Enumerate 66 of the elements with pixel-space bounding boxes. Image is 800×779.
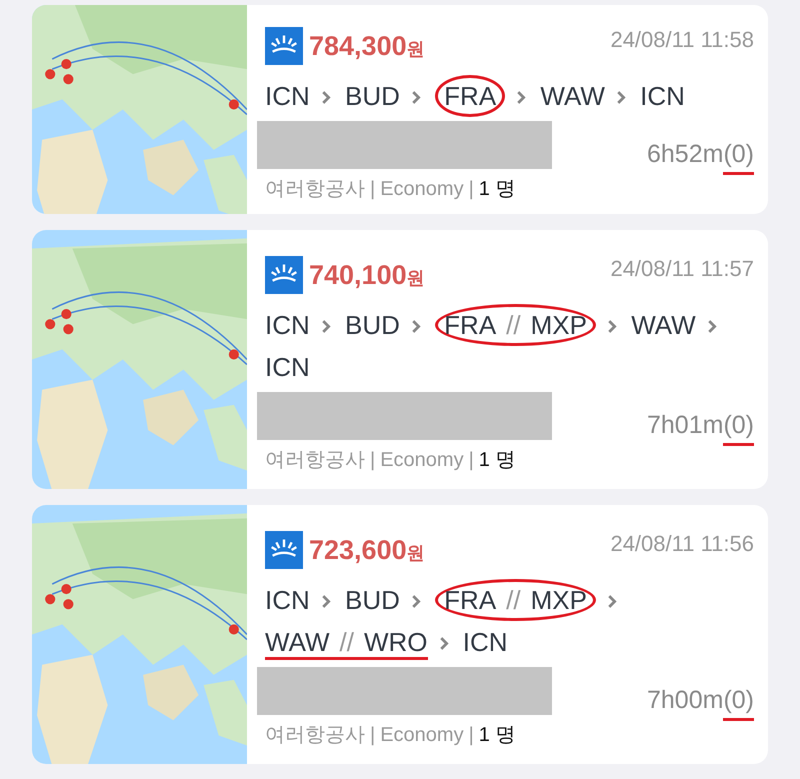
chevron-icon — [410, 594, 422, 609]
stop-count: (0) — [723, 411, 754, 446]
duration: 7h01m — [646, 411, 724, 439]
separator: // — [340, 627, 354, 657]
chevron-icon — [410, 90, 422, 105]
airport-code: ICN — [265, 585, 310, 615]
cabin-class: Economy — [380, 178, 464, 201]
separator: // — [506, 585, 521, 615]
passenger-count: 1 명 — [478, 448, 516, 473]
sunrise-logo-icon — [265, 256, 303, 294]
chevron-icon — [616, 90, 627, 105]
chevron-icon — [438, 636, 450, 651]
airport-code: ICN — [265, 81, 310, 111]
chevron-icon — [706, 319, 718, 334]
passenger-count: 1 명 — [478, 723, 516, 748]
airline: 여러항공사 — [265, 448, 365, 473]
airport-code: WAW — [631, 310, 696, 340]
airport-code: ICN — [265, 352, 310, 382]
price: 784,300원 — [309, 30, 425, 62]
chevron-icon — [320, 90, 332, 105]
airline: 여러항공사 — [265, 723, 365, 748]
stop-count: (0) — [723, 686, 754, 721]
result-card[interactable]: 723,600원 24/08/11 11:56 ICN BUD FRA // MXP WAW // WRO ICN 7h00m(0) 여러항공사 | Economy | 1 명 — [32, 505, 768, 764]
airport-code: ICN — [640, 81, 685, 111]
stop-count: (0) — [723, 140, 754, 175]
price: 723,600원 — [309, 534, 425, 566]
passenger-count: 1 명 — [478, 177, 516, 202]
chevron-icon — [606, 319, 618, 334]
airport-code: ICN — [265, 310, 310, 340]
sunrise-logo-icon — [265, 531, 303, 569]
airport-code: MXP — [530, 310, 587, 340]
airport-code: WAW — [540, 81, 605, 111]
timestamp: 24/08/11 11:56 — [610, 531, 754, 557]
separator: | — [468, 724, 474, 747]
cabin-class: Economy — [380, 724, 464, 747]
airport-code: FRA — [444, 585, 496, 615]
airport-code: WAW — [265, 627, 330, 657]
airport-code: MXP — [530, 585, 587, 615]
separator: | — [370, 449, 376, 472]
result-card[interactable]: 784,300원 24/08/11 11:58 ICN BUD FRA WAW ICN 6h52m(0) 여러항공사 | Economy | 1 명 — [32, 5, 768, 214]
chevron-icon — [410, 319, 422, 334]
airport-code: BUD — [345, 310, 400, 340]
separator: | — [370, 724, 376, 747]
separator: | — [468, 178, 474, 201]
airline: 여러항공사 — [265, 177, 365, 202]
separator: | — [370, 178, 376, 201]
airport-code: BUD — [345, 585, 400, 615]
chevron-icon — [320, 594, 332, 609]
airport-code: FRA — [444, 310, 496, 340]
airport-code: BUD — [345, 81, 400, 111]
airport-code: FRA — [444, 81, 496, 111]
chevron-icon — [606, 594, 618, 609]
separator: // — [506, 310, 521, 340]
airport-code: ICN — [462, 627, 508, 657]
separator: | — [468, 449, 474, 472]
duration: 6h52m — [646, 140, 724, 168]
duration: 7h00m — [646, 686, 724, 714]
airport-code: WRO — [364, 627, 428, 657]
result-card[interactable]: 740,100원 24/08/11 11:57 ICN BUD FRA // MXP WAW ICN 7h01m(0) 여러항공사 | Economy | 1 명 — [32, 230, 768, 489]
price: 740,100원 — [309, 260, 425, 290]
chevron-icon — [516, 90, 528, 105]
cabin-class: Economy — [380, 449, 464, 472]
timestamp: 24/08/11 11:58 — [610, 27, 754, 53]
sunrise-logo-icon — [265, 27, 303, 65]
timestamp: 24/08/11 11:57 — [610, 256, 754, 282]
chevron-icon — [320, 319, 332, 334]
